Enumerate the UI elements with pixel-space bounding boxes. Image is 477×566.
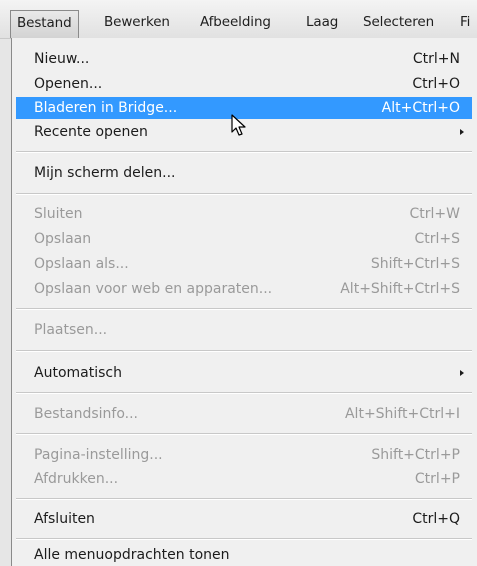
menu-item-alle-menuopdrachten-tonen[interactable]: Alle menuopdrachten tonen [16,544,472,566]
menu-item-label: Bladeren in Bridge... [34,100,178,116]
menu-item-bestandsinfo[interactable]: Bestandsinfo... Alt+Shift+Ctrl+I [16,403,472,425]
menu-item-label: Pagina-instelling... [34,447,163,463]
menubar-item-afbeelding[interactable]: Afbeelding [200,11,271,35]
menu-item-afdrukken[interactable]: Afdrukken... Ctrl+P [16,468,472,490]
chevron-right-icon [460,370,464,376]
menu-separator [16,392,472,394]
menu-item-label: Mijn scherm delen... [34,165,176,181]
menu-item-opslaan-voor-web[interactable]: Opslaan voor web en apparaten... Alt+Shi… [16,278,472,300]
menu-item-label: Afdrukken... [34,471,119,487]
menu-bar: Bestand Bewerken Afbeelding Laag Selecte… [0,0,477,39]
menu-item-opslaan-als[interactable]: Opslaan als... Shift+Ctrl+S [16,253,472,275]
menu-item-label: Automatisch [34,365,122,381]
menu-item-automatisch[interactable]: Automatisch [16,362,472,384]
menu-item-label: Afsluiten [34,511,95,527]
menu-item-shortcut: Shift+Ctrl+S [370,256,460,272]
menu-separator [16,308,472,310]
menu-separator [16,538,472,540]
mouse-pointer-icon [231,114,247,142]
menu-item-label: Opslaan [34,231,92,247]
menu-separator [16,193,472,195]
menubar-item-bewerken[interactable]: Bewerken [104,11,170,35]
menu-item-label: Alle menuopdrachten tonen [34,547,230,563]
menu-item-shortcut: Shift+Ctrl+P [371,447,460,463]
menu-item-label: Recente openen [34,124,148,140]
menu-item-label: Sluiten [34,206,83,222]
menu-item-label: Openen... [34,76,103,92]
menubar-item-filter[interactable]: Fi [460,11,470,35]
menu-item-opslaan[interactable]: Opslaan Ctrl+S [16,228,472,250]
menu-item-shortcut: Ctrl+O [412,76,460,92]
menubar-item-laag[interactable]: Laag [306,11,338,35]
menubar-item-selecteren[interactable]: Selecteren [363,11,434,35]
menu-item-shortcut: Ctrl+N [412,51,460,67]
menu-item-shortcut: Alt+Ctrl+O [381,100,460,116]
menu-separator [16,350,472,352]
menu-item-openen[interactable]: Openen... Ctrl+O [16,73,472,95]
menu-separator [16,498,472,500]
menu-item-shortcut: Ctrl+S [414,231,460,247]
menu-item-shortcut: Ctrl+P [414,471,460,487]
menu-separator [16,433,472,435]
menu-item-label: Plaatsen... [34,322,108,338]
menu-separator [16,151,472,153]
menu-item-pagina-instelling[interactable]: Pagina-instelling... Shift+Ctrl+P [16,444,472,466]
menu-item-shortcut: Ctrl+W [409,206,460,222]
menu-item-label: Opslaan als... [34,256,129,272]
menu-item-afsluiten[interactable]: Afsluiten Ctrl+Q [16,508,472,530]
menu-item-label: Bestandsinfo... [34,406,138,422]
menu-item-label: Opslaan voor web en apparaten... [34,281,273,297]
menu-item-shortcut: Ctrl+Q [412,511,460,527]
menu-item-shortcut: Alt+Shift+Ctrl+I [344,406,460,422]
menu-item-shortcut: Alt+Shift+Ctrl+S [340,281,460,297]
menubar-item-bestand[interactable]: Bestand [10,10,79,38]
menu-item-label: Nieuw... [34,51,90,67]
menu-item-plaatsen[interactable]: Plaatsen... [16,319,472,341]
chevron-right-icon [460,129,464,135]
menu-item-nieuw[interactable]: Nieuw... Ctrl+N [16,48,472,70]
menu-item-sluiten[interactable]: Sluiten Ctrl+W [16,203,472,225]
menu-item-mijn-scherm-delen[interactable]: Mijn scherm delen... [16,162,472,184]
